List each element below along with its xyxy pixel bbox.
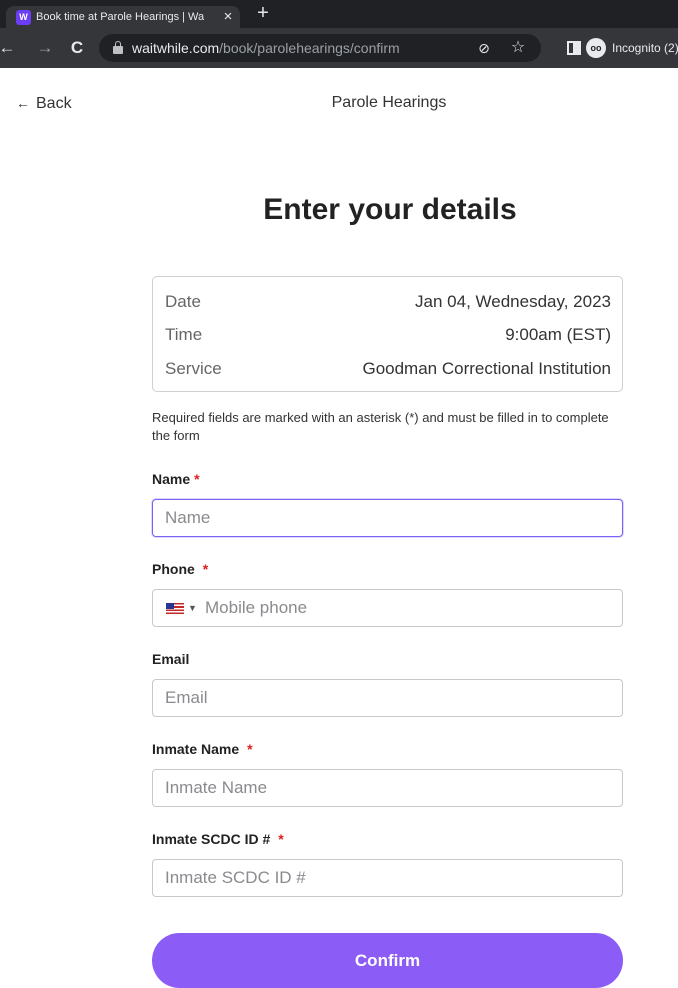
url-domain: waitwhile.com xyxy=(132,40,220,56)
required-asterisk: * xyxy=(194,471,200,487)
back-icon: ← xyxy=(16,95,30,111)
us-flag-icon[interactable] xyxy=(166,603,184,614)
header-title: Parole Hearings xyxy=(331,94,447,111)
lock-icon xyxy=(113,41,123,54)
tab-close-icon[interactable]: × xyxy=(220,8,236,26)
caret-down-icon[interactable]: ▼ xyxy=(188,600,197,616)
new-tab-icon[interactable]: + xyxy=(252,3,274,25)
inmate-name-label: Inmate Name * xyxy=(152,740,253,758)
required-asterisk: * xyxy=(247,741,253,757)
back-label: Back xyxy=(36,95,72,112)
booking-summary: Date Jan 04, Wednesday, 2023 Time 9:00am… xyxy=(152,276,623,392)
summary-value: Jan 04, Wednesday, 2023 xyxy=(415,292,611,311)
email-input[interactable] xyxy=(152,679,623,717)
name-label: Name * xyxy=(152,470,200,488)
forward-arrow-icon[interactable]: → xyxy=(34,37,56,59)
incognito-icon[interactable]: oo xyxy=(586,38,606,58)
phone-input[interactable] xyxy=(205,590,615,626)
tab-title: Book time at Parole Hearings | Waitwhile xyxy=(36,11,204,23)
inmate-id-input[interactable] xyxy=(152,859,623,897)
star-icon[interactable]: ☆ xyxy=(509,39,527,57)
phone-field: ▼ xyxy=(152,589,623,627)
email-label: Email xyxy=(152,651,190,667)
name-label-text: Name xyxy=(152,471,191,487)
phone-label-text: Phone xyxy=(152,561,195,577)
waitwhile-favicon-icon: W xyxy=(16,10,31,25)
required-asterisk: * xyxy=(278,831,284,847)
required-fields-notice: Required fields are marked with an aster… xyxy=(152,410,609,443)
summary-value: 9:00am (EST) xyxy=(505,325,611,344)
name-input[interactable] xyxy=(152,499,623,537)
summary-row-service: Service Goodman Correctional Institution xyxy=(165,358,611,380)
summary-row-date: Date Jan 04, Wednesday, 2023 xyxy=(165,291,611,313)
summary-label: Time xyxy=(165,325,203,344)
side-panel-icon[interactable] xyxy=(567,41,581,55)
inmate-id-label-text: Inmate SCDC ID # xyxy=(152,831,271,847)
summary-label: Date xyxy=(165,292,201,311)
confirm-button[interactable]: Confirm xyxy=(152,933,623,988)
url-text: waitwhile.com/book/parolehearings/confir… xyxy=(132,40,400,56)
summary-row-time: Time 9:00am (EST) xyxy=(165,324,611,346)
page-title: Enter your details xyxy=(263,193,517,226)
eye-off-icon[interactable]: ⊘ xyxy=(475,39,493,57)
browser-tab[interactable]: W Book time at Parole Hearings | Waitwhi… xyxy=(6,6,240,28)
summary-value: Goodman Correctional Institution xyxy=(362,359,611,378)
incognito-label[interactable]: Incognito (2) xyxy=(612,40,678,56)
browser-tabstrip: W Book time at Parole Hearings | Waitwhi… xyxy=(0,0,678,28)
summary-label: Service xyxy=(165,359,222,378)
address-bar[interactable]: waitwhile.com/book/parolehearings/confir… xyxy=(99,34,541,62)
phone-label: Phone * xyxy=(152,560,208,578)
browser-toolbar: ← → C waitwhile.com/book/parolehearings/… xyxy=(0,28,678,68)
inmate-name-label-text: Inmate Name xyxy=(152,741,240,757)
reload-icon[interactable]: C xyxy=(66,37,88,59)
inmate-id-label: Inmate SCDC ID # * xyxy=(152,830,284,848)
back-arrow-icon[interactable]: ← xyxy=(0,37,18,59)
inmate-name-input[interactable] xyxy=(152,769,623,807)
required-asterisk: * xyxy=(202,561,209,577)
url-path: /book/parolehearings/confirm xyxy=(219,40,400,56)
back-link[interactable]: ← Back xyxy=(16,94,72,113)
